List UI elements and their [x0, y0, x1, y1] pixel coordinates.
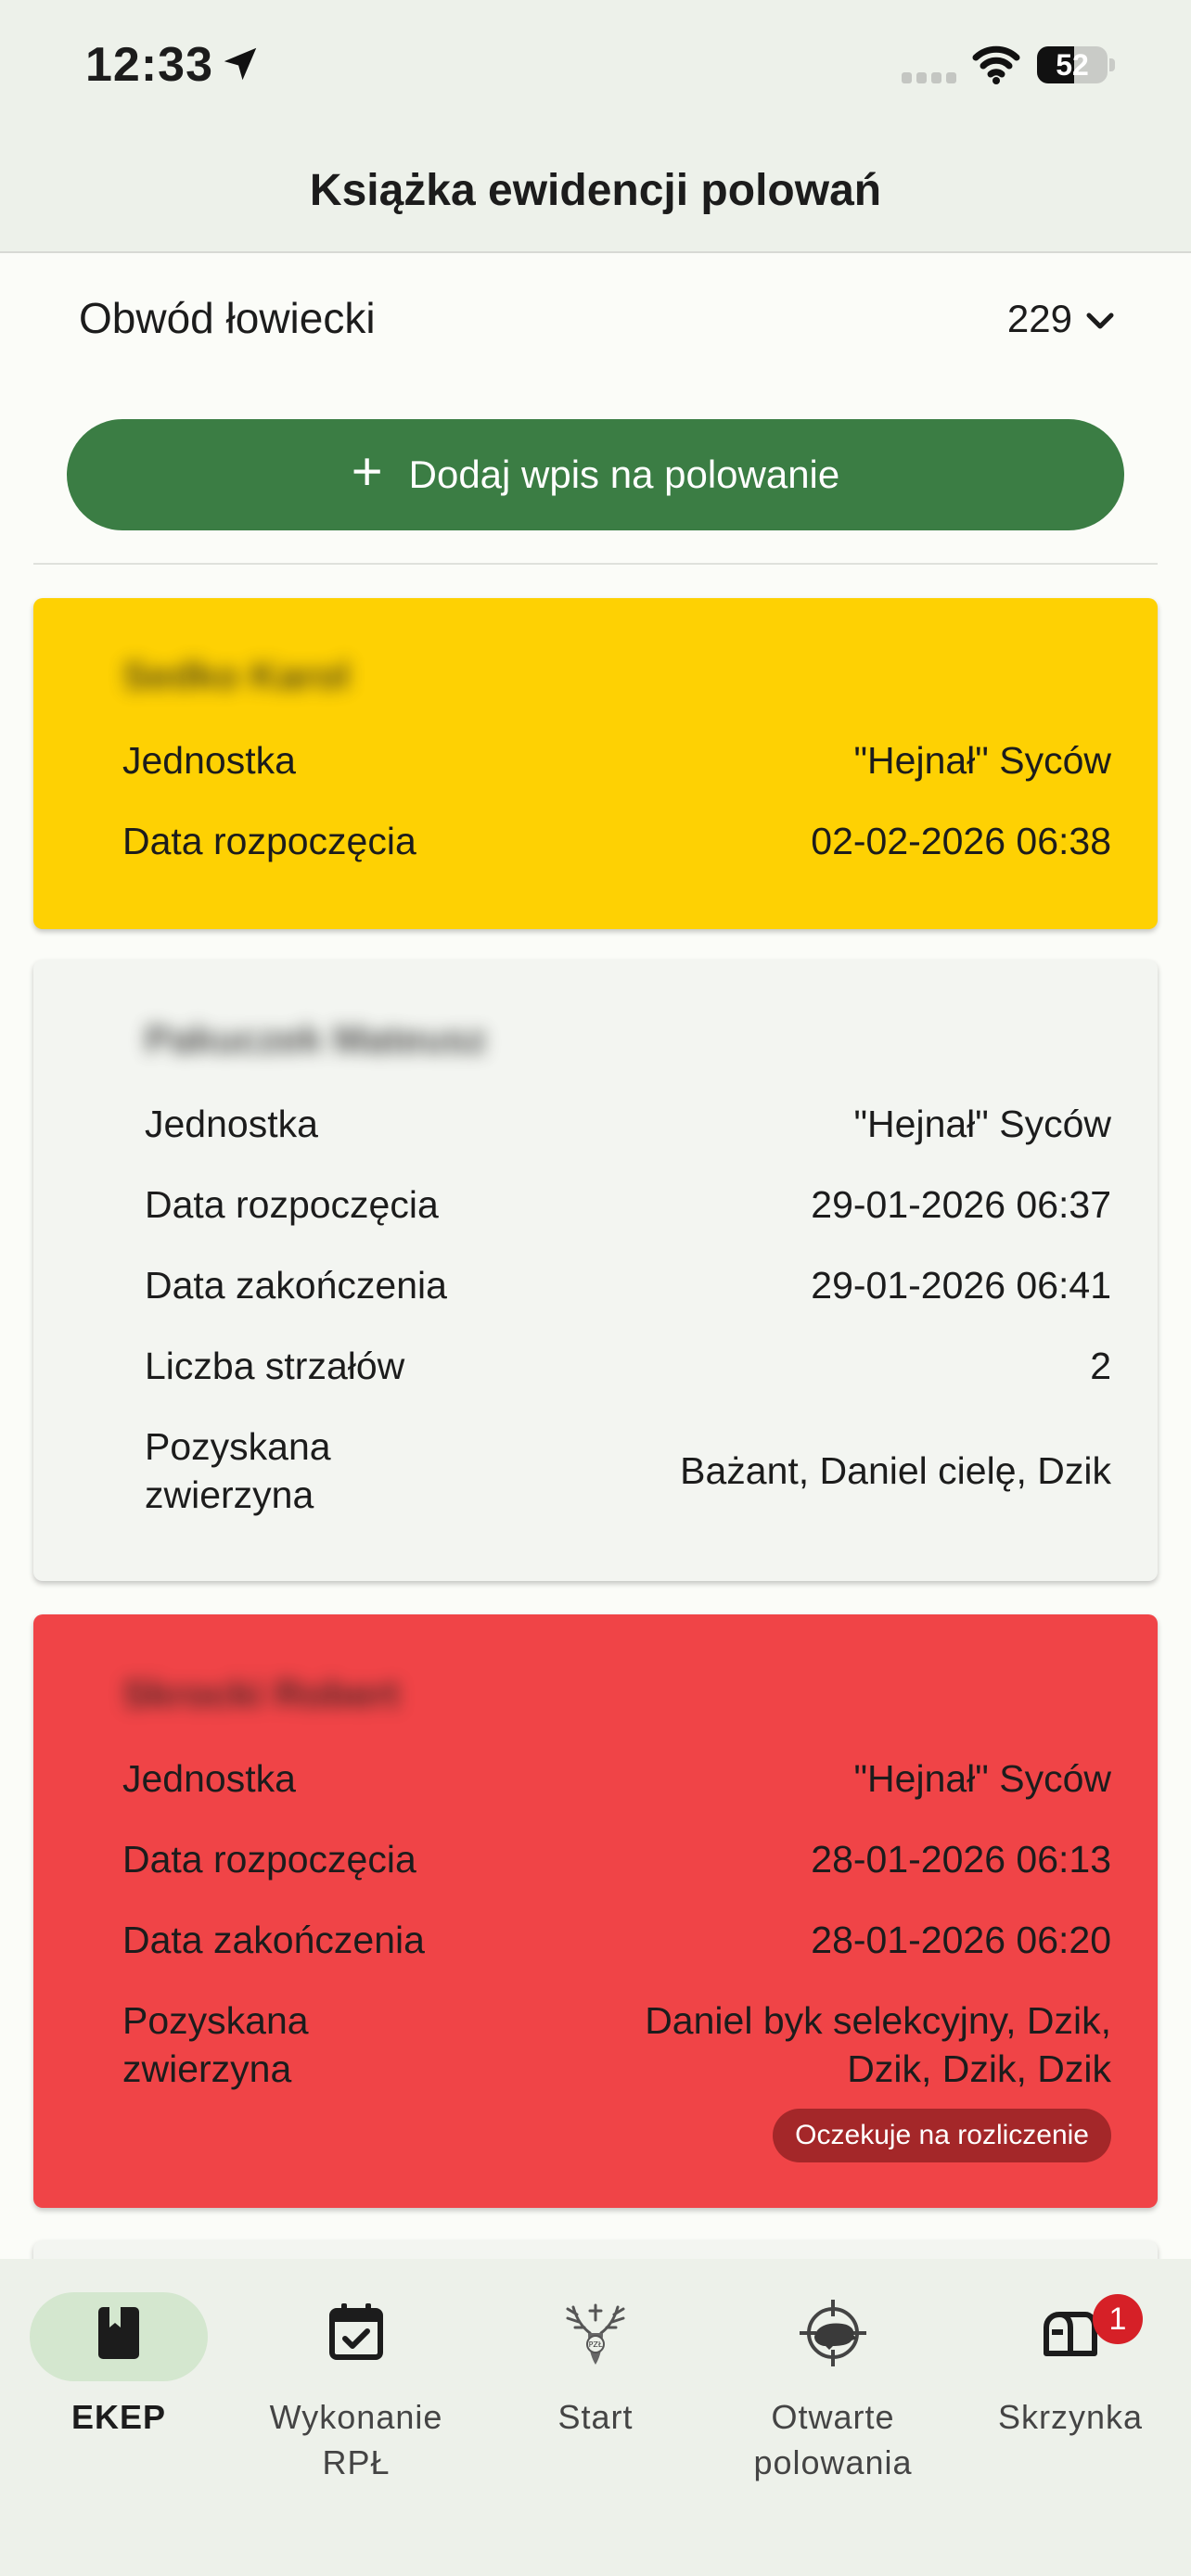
nav-label: Start [557, 2398, 634, 2436]
hunt-entry-card[interactable]: Pakuczek Mateusz Jednostka "Hejnał" Sycó… [33, 960, 1158, 1581]
divider [33, 563, 1158, 565]
nav-label: Wykonanie RPŁ [269, 2398, 443, 2481]
card-row: Jednostka "Hejnał" Syców [145, 1100, 1111, 1148]
row-value: 28-01-2026 06:20 [811, 1919, 1111, 1961]
hunt-entry-card[interactable]: Skrocki Robert Jednostka "Hejnał" Syców … [33, 1614, 1158, 2208]
card-row: Data rozpoczęcia 02-02-2026 06:38 [122, 817, 1111, 865]
status-time: 12:33 [85, 38, 213, 92]
row-label: Data rozpoczęcia [122, 1838, 416, 1881]
district-value: 229 [1006, 297, 1072, 340]
row-label: Data rozpoczęcia [145, 1183, 439, 1226]
hunter-name: Pakuczek Mateusz [145, 1017, 487, 1061]
svg-text:PZŁ: PZŁ [589, 2340, 603, 2349]
hunter-name: Sedko Karol [122, 654, 351, 697]
card-row: Data rozpoczęcia 28-01-2026 06:13 [122, 1835, 1111, 1883]
row-value: "Hejnał" Syców [853, 1757, 1112, 1800]
deer-emblem-icon: PZŁ [566, 2303, 625, 2365]
row-value: 2 [1090, 1345, 1111, 1387]
card-row: Data zakończenia 28-01-2026 06:20 [122, 1916, 1111, 1964]
row-label: Jednostka [122, 1757, 296, 1800]
battery-icon: 52 [1037, 46, 1115, 83]
row-value: "Hejnał" Syców [853, 739, 1112, 782]
row-value: "Hejnał" Syców [853, 1103, 1112, 1145]
cellular-signal-icon [902, 72, 956, 83]
status-bar: 12:33 52 [0, 0, 1191, 139]
battery-percent: 52 [1056, 48, 1089, 82]
boar-crosshair-icon [800, 2300, 866, 2366]
district-selector[interactable]: Obwód łowiecki 229 [0, 278, 1191, 362]
bottom-navigation: EKEP Wykonanie RPŁ PZŁ Start Otwarte pol… [0, 2259, 1191, 2576]
nav-label: EKEP [70, 2398, 167, 2436]
row-label: Data zakończenia [122, 1919, 425, 1961]
page-title: Książka ewidencji polowań [309, 166, 882, 215]
notification-badge: 1 [1093, 2294, 1143, 2344]
add-hunt-entry-label: Dodaj wpis na polowanie [408, 453, 840, 496]
hunt-entry-card[interactable]: Sedko Karol Jednostka "Hejnał" Syców Dat… [33, 598, 1158, 929]
row-label: Data zakończenia [145, 1264, 447, 1307]
card-row: Pozyskana zwierzyna Bażant, Daniel cielę… [145, 1422, 1111, 1519]
card-row: Pozyskana zwierzyna Daniel byk selekcyjn… [122, 1996, 1111, 2093]
row-label: Pozyskana zwierzyna [145, 1425, 331, 1516]
card-row: Data rozpoczęcia 29-01-2026 06:37 [145, 1180, 1111, 1229]
nav-label: Skrzynka [997, 2398, 1144, 2436]
card-row: Liczba strzałów 2 [145, 1342, 1111, 1390]
wifi-icon [972, 45, 1020, 84]
row-label: Data rozpoczęcia [122, 820, 416, 862]
hunter-name: Skrocki Robert [122, 1672, 400, 1715]
top-app-bar: 12:33 52 Książka ewidencji polowań [0, 0, 1191, 253]
book-icon [98, 2307, 139, 2359]
row-label: Jednostka [145, 1103, 318, 1145]
row-value: Bażant, Daniel cielę, Dzik [680, 1449, 1111, 1492]
location-arrow-icon [224, 47, 257, 81]
row-value: 28-01-2026 06:13 [811, 1838, 1111, 1881]
card-row: Jednostka "Hejnał" Syców [122, 1754, 1111, 1803]
row-value: 02-02-2026 06:38 [811, 820, 1111, 862]
plus-icon: + [351, 441, 383, 502]
row-label: Pozyskana zwierzyna [122, 1999, 309, 2090]
card-row: Jednostka "Hejnał" Syców [122, 736, 1111, 784]
row-label: Jednostka [122, 739, 296, 782]
status-badge: Oczekuje na rozliczenie [773, 2109, 1111, 2162]
card-row: Data zakończenia 29-01-2026 06:41 [145, 1261, 1111, 1309]
row-value: 29-01-2026 06:37 [811, 1183, 1111, 1226]
row-label: Liczba strzałów [145, 1345, 405, 1387]
district-label: Obwód łowiecki [79, 294, 376, 342]
row-value: 29-01-2026 06:41 [811, 1264, 1111, 1307]
row-value: Daniel byk selekcyjny, Dzik, Dzik, Dzik,… [645, 1999, 1111, 2090]
chevron-down-icon [1086, 312, 1114, 329]
calendar-check-icon [329, 2303, 383, 2360]
nav-label: Otwarte polowania [753, 2398, 913, 2481]
add-hunt-entry-button[interactable]: + Dodaj wpis na polowanie [67, 419, 1124, 530]
